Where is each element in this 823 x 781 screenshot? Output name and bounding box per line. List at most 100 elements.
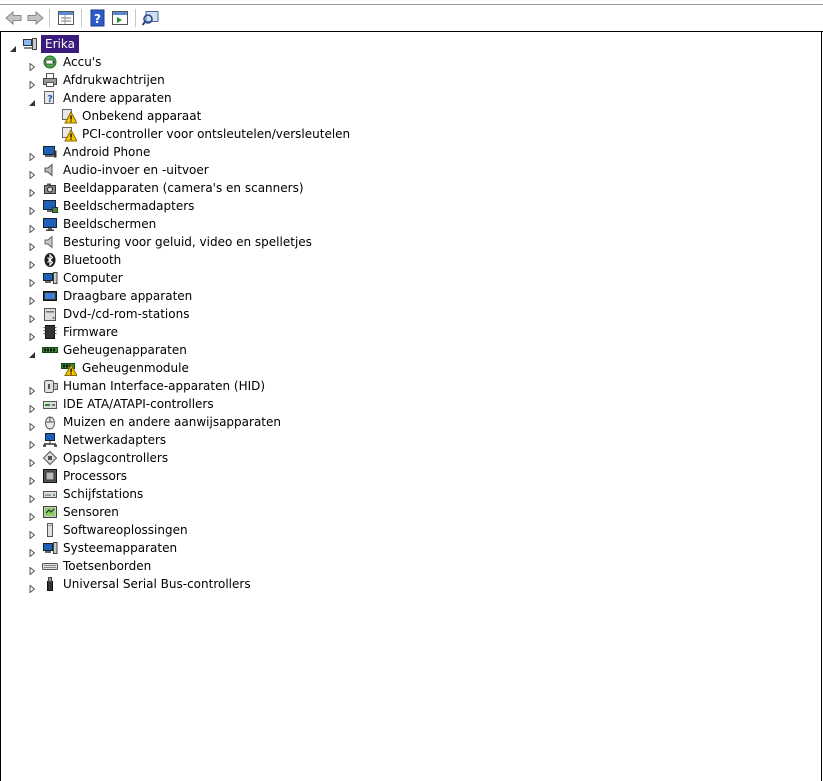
expand-arrow-icon[interactable] — [28, 382, 36, 396]
tree-item-label: Netwerkadapters — [63, 433, 167, 447]
tree-item-label: Besturing voor geluid, video en spelletj… — [63, 235, 312, 249]
tree-item-label: Opslagcontrollers — [63, 451, 169, 465]
back-arrow-icon[interactable] — [4, 8, 24, 28]
tree-item-beeldapparaten-camera-s-en-scanners[interactable]: Beeldapparaten (camera's en scanners) — [0, 179, 800, 198]
tree-item-label: Draagbare apparaten — [63, 289, 193, 303]
expand-arrow-icon[interactable] — [28, 202, 36, 216]
tree-item-label: Firmware — [63, 325, 118, 339]
tree-item-accu-s[interactable]: Accu's — [0, 53, 800, 72]
tree-item-bluetooth[interactable]: Bluetooth — [0, 251, 800, 270]
expand-arrow-icon[interactable] — [28, 148, 36, 162]
tree-item-opslagcontrollers[interactable]: Opslagcontrollers — [0, 449, 800, 468]
svg-text:?: ? — [94, 12, 101, 26]
tree-item-sensoren[interactable]: Sensoren — [0, 503, 800, 522]
tree-item-softwareoplossingen[interactable]: Softwareoplossingen — [0, 521, 800, 540]
expand-arrow-icon[interactable] — [28, 328, 36, 342]
action-pane-icon[interactable] — [110, 8, 130, 28]
expand-arrow-icon[interactable] — [28, 238, 36, 252]
tree-item-besturing-voor-geluid-video-en-spelletjes[interactable]: Besturing voor geluid, video en spelletj… — [0, 233, 800, 252]
tree-item-label: Systeemapparaten — [63, 541, 178, 555]
expand-arrow-icon[interactable] — [28, 76, 36, 90]
tree-item-audio-invoer-en-uitvoer[interactable]: Audio-invoer en -uitvoer — [0, 161, 800, 180]
camera-icon — [42, 180, 58, 196]
sound-icon — [42, 234, 58, 250]
expand-arrow-icon[interactable] — [28, 562, 36, 576]
unknown-device-icon: ? — [42, 90, 58, 106]
collapse-arrow-icon[interactable] — [28, 94, 36, 106]
expand-arrow-icon[interactable] — [28, 58, 36, 72]
tree-item-draagbare-apparaten[interactable]: Draagbare apparaten — [0, 287, 800, 306]
tree-child-label: Geheugenmodule — [82, 361, 189, 375]
tree-child-onbekend-apparaat[interactable]: Onbekend apparaat — [0, 107, 800, 125]
tree-item-label: Softwareoplossingen — [63, 523, 188, 537]
toolbar-separator — [135, 9, 136, 27]
tree-item-android-phone[interactable]: Android Phone — [0, 143, 800, 162]
tree-item-toetsenborden[interactable]: Toetsenborden — [0, 557, 800, 576]
tree-item-label: Beeldapparaten (camera's en scanners) — [63, 181, 304, 195]
expand-arrow-icon[interactable] — [28, 166, 36, 180]
expand-arrow-icon[interactable] — [28, 256, 36, 270]
display-adapter-icon — [42, 198, 58, 214]
expand-arrow-icon[interactable] — [28, 508, 36, 522]
tree-item-label: Audio-invoer en -uitvoer — [63, 163, 209, 177]
tree-child-geheugenmodule[interactable]: Geheugenmodule — [0, 359, 800, 377]
forward-arrow-icon[interactable] — [25, 8, 45, 28]
pc-icon — [42, 270, 58, 286]
tree-item-andere-apparaten[interactable]: ? Andere apparaten — [0, 89, 800, 107]
expand-arrow-icon[interactable] — [28, 472, 36, 486]
tree-item-universal-serial-bus-controllers[interactable]: Universal Serial Bus-controllers — [0, 575, 800, 594]
tree-item-netwerkadapters[interactable]: Netwerkadapters — [0, 431, 800, 450]
collapse-arrow-icon[interactable] — [9, 40, 17, 52]
expand-arrow-icon[interactable] — [28, 310, 36, 324]
tree-item-geheugenapparaten[interactable]: Geheugenapparaten — [0, 341, 800, 359]
tree-item-systeemapparaten[interactable]: Systeemapparaten — [0, 539, 800, 558]
tree-item-label: Processors — [63, 469, 128, 483]
tree-item-processors[interactable]: Processors — [0, 467, 800, 486]
expand-arrow-icon[interactable] — [28, 490, 36, 504]
properties-view-icon[interactable] — [56, 8, 76, 28]
tree-item-schijfstations[interactable]: Schijfstations — [0, 485, 800, 504]
expand-arrow-icon[interactable] — [28, 526, 36, 540]
help-icon[interactable]: ? — [88, 8, 108, 28]
tree-item-human-interface-apparaten-hid[interactable]: Human Interface-apparaten (HID) — [0, 377, 800, 396]
expand-arrow-icon[interactable] — [28, 292, 36, 306]
warning-device-icon — [61, 108, 78, 124]
tree-root-label: Erika — [41, 35, 79, 53]
svg-text:?: ? — [47, 94, 53, 105]
usb-icon — [42, 576, 58, 592]
expand-arrow-icon[interactable] — [28, 274, 36, 288]
warning-device-icon — [61, 126, 78, 142]
tree-item-firmware[interactable]: Firmware — [0, 323, 800, 342]
software-icon — [42, 522, 58, 538]
tree-child-pci-controller-voor-ontsleutelen-versleutelen[interactable]: PCI-controller voor ontsleutelen/versleu… — [0, 125, 800, 143]
scan-hardware-icon[interactable] — [141, 8, 161, 28]
toolbar: ? — [0, 4, 823, 32]
hid-icon — [42, 378, 58, 394]
expand-arrow-icon[interactable] — [28, 184, 36, 198]
optical-drive-icon — [42, 306, 58, 322]
computer-icon — [22, 36, 38, 52]
toolbar-separator — [81, 9, 82, 27]
tree-item-dvd-cd-rom-stations[interactable]: Dvd-/cd-rom-stations — [0, 305, 800, 324]
tree-item-beeldschermen[interactable]: Beeldschermen — [0, 215, 800, 234]
collapse-arrow-icon[interactable] — [28, 346, 36, 358]
speaker-icon — [42, 162, 58, 178]
expand-arrow-icon[interactable] — [28, 544, 36, 558]
monitor-icon — [42, 216, 58, 232]
tree-root-erika[interactable]: Erika — [0, 35, 800, 53]
expand-arrow-icon[interactable] — [28, 418, 36, 432]
tree-item-afdrukwachtrijen[interactable]: Afdrukwachtrijen — [0, 71, 800, 90]
expand-arrow-icon[interactable] — [28, 580, 36, 594]
expand-arrow-icon[interactable] — [28, 220, 36, 234]
expand-arrow-icon[interactable] — [28, 454, 36, 468]
keyboard-icon — [42, 558, 58, 574]
tree-item-beeldschermadapters[interactable]: Beeldschermadapters — [0, 197, 800, 216]
tree-item-muizen-en-andere-aanwijsapparaten[interactable]: Muizen en andere aanwijsapparaten — [0, 413, 800, 432]
bluetooth-icon — [42, 252, 58, 268]
tree-item-label: Andere apparaten — [63, 91, 172, 105]
disk-drive-icon — [42, 486, 58, 502]
expand-arrow-icon[interactable] — [28, 400, 36, 414]
tree-item-ide-ata-atapi-controllers[interactable]: IDE ATA/ATAPI-controllers — [0, 395, 800, 414]
tree-item-computer[interactable]: Computer — [0, 269, 800, 288]
expand-arrow-icon[interactable] — [28, 436, 36, 450]
